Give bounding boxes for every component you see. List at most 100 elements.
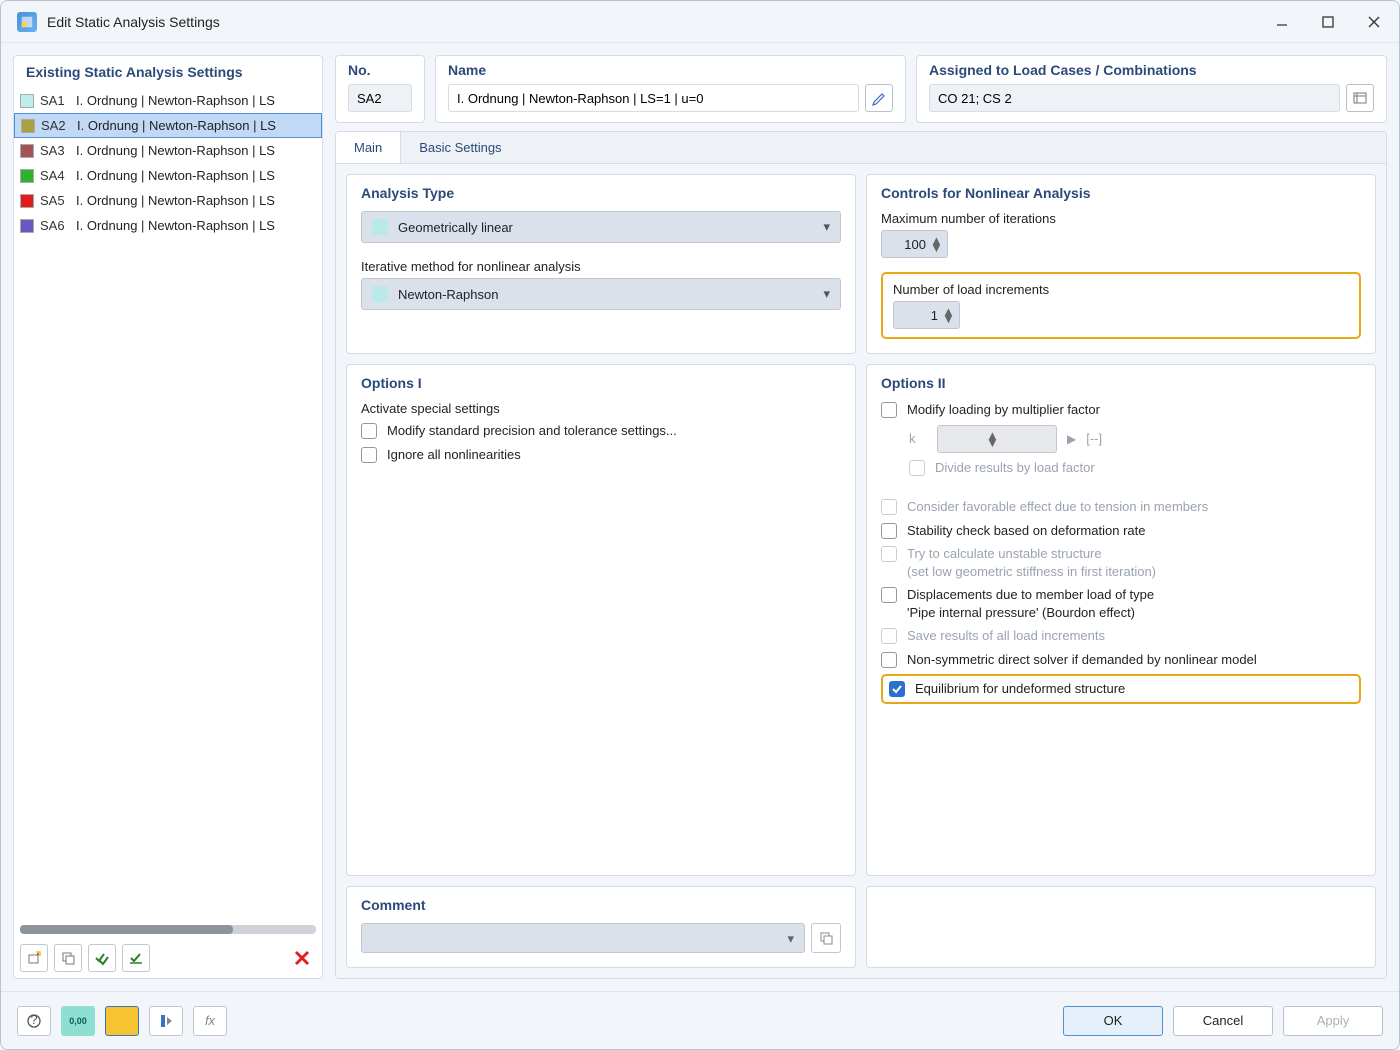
favorable-tension-checkbox: Consider favorable effect due to tension… <box>881 498 1361 516</box>
analysis-type-swatch <box>372 219 388 235</box>
color-swatch <box>20 169 34 183</box>
sidebar-header: Existing Static Analysis Settings <box>14 56 322 88</box>
settings-list-item[interactable]: SA1I. Ordnung | Newton-Raphson | LS <box>14 88 322 113</box>
name-input[interactable] <box>448 84 859 112</box>
item-label: I. Ordnung | Newton-Raphson | LS <box>76 193 316 208</box>
options1-panel: Options I Activate special settings Modi… <box>346 364 856 876</box>
load-increments-value: 1 <box>904 308 938 323</box>
color-swatch <box>20 194 34 208</box>
assigned-field-block: Assigned to Load Cases / Combinations <box>916 55 1387 123</box>
comment-title: Comment <box>361 897 841 913</box>
item-key: SA2 <box>41 118 71 133</box>
assigned-label: Assigned to Load Cases / Combinations <box>929 62 1374 78</box>
modify-precision-checkbox[interactable]: Modify standard precision and tolerance … <box>361 422 841 440</box>
controls-title: Controls for Nonlinear Analysis <box>881 185 1361 201</box>
item-key: SA4 <box>40 168 70 183</box>
titlebar: Edit Static Analysis Settings <box>1 1 1399 43</box>
color-swatch <box>20 94 34 108</box>
comment-copy-button[interactable] <box>811 923 841 953</box>
iterative-method-swatch <box>372 286 388 302</box>
settings-list-item[interactable]: SA2 I. Ordnung | Newton-Raphson | LS <box>14 113 322 138</box>
go-icon: ▶ <box>1067 432 1076 446</box>
new-button[interactable] <box>20 944 48 972</box>
settings-list-item[interactable]: SA6 I. Ordnung | Newton-Raphson | LS <box>14 213 322 238</box>
color-swatch <box>21 119 35 133</box>
window-title: Edit Static Analysis Settings <box>47 14 1273 30</box>
chevron-down-icon: ▾ <box>823 219 830 235</box>
comment-combobox[interactable]: ▾ <box>361 923 805 953</box>
blank-panel <box>866 886 1376 968</box>
assigned-browse-button[interactable] <box>1346 84 1374 112</box>
options2-title: Options II <box>881 375 1361 391</box>
copy-button[interactable] <box>54 944 82 972</box>
no-input[interactable] <box>348 84 412 112</box>
name-field-block: Name <box>435 55 906 123</box>
modify-loading-checkbox[interactable]: Modify loading by multiplier factor <box>881 401 1361 419</box>
tab-main[interactable]: Main <box>336 132 401 163</box>
assigned-input[interactable] <box>929 84 1340 112</box>
app-icon <box>17 12 37 32</box>
name-label: Name <box>448 62 893 78</box>
check-all-button[interactable] <box>88 944 116 972</box>
item-key: SA6 <box>40 218 70 233</box>
non-symmetric-checkbox[interactable]: Non-symmetric direct solver if demanded … <box>881 651 1361 669</box>
item-label: I. Ordnung | Newton-Raphson | LS <box>77 118 315 133</box>
formula-button[interactable]: fx <box>193 1006 227 1036</box>
svg-text:?: ? <box>30 1013 37 1027</box>
item-key: SA5 <box>40 193 70 208</box>
horizontal-scrollbar[interactable] <box>20 925 316 934</box>
color-button[interactable] <box>105 1006 139 1036</box>
apply-button[interactable]: Apply <box>1283 1006 1383 1036</box>
max-iterations-label: Maximum number of iterations <box>881 211 1361 226</box>
item-label: I. Ordnung | Newton-Raphson | LS <box>76 168 316 183</box>
dialog-window: Edit Static Analysis Settings Existing S… <box>0 0 1400 1050</box>
delete-button[interactable] <box>288 944 316 972</box>
item-key: SA3 <box>40 143 70 158</box>
item-label: I. Ordnung | Newton-Raphson | LS <box>76 143 316 158</box>
save-results-checkbox: Save results of all load increments <box>881 627 1361 645</box>
load-increments-label: Number of load increments <box>893 282 1349 297</box>
comment-panel: Comment ▾ <box>346 886 856 968</box>
settings-list: SA1I. Ordnung | Newton-Raphson | LSSA2I.… <box>14 88 322 922</box>
item-key: SA1 <box>40 93 70 108</box>
units-button[interactable]: 0,00 <box>61 1006 95 1036</box>
settings-list-item[interactable]: SA5 I. Ordnung | Newton-Raphson | LS <box>14 188 322 213</box>
cancel-button[interactable]: Cancel <box>1173 1006 1273 1036</box>
maximize-button[interactable] <box>1319 13 1337 31</box>
analysis-type-value: Geometrically linear <box>398 220 513 235</box>
max-iterations-spinbox[interactable]: 100 ▲▼ <box>881 230 948 258</box>
color-swatch <box>20 219 34 233</box>
sidebar: Existing Static Analysis Settings SA1I. … <box>13 55 323 979</box>
analysis-type-title: Analysis Type <box>361 185 841 201</box>
minimize-button[interactable] <box>1273 13 1291 31</box>
max-iterations-value: 100 <box>892 237 926 252</box>
settings-list-item[interactable]: SA4 I. Ordnung | Newton-Raphson | LS <box>14 163 322 188</box>
stability-check-checkbox[interactable]: Stability check based on deformation rat… <box>881 522 1361 540</box>
analysis-type-select[interactable]: Geometrically linear ▾ <box>361 211 841 243</box>
equilibrium-highlight: Equilibrium for undeformed structure <box>881 674 1361 704</box>
settings-list-item[interactable]: SA3 I. Ordnung | Newton-Raphson | LS <box>14 138 322 163</box>
ok-button[interactable]: OK <box>1063 1006 1163 1036</box>
layer-button[interactable] <box>149 1006 183 1036</box>
no-label: No. <box>348 62 412 78</box>
options2-panel: Options II Modify loading by multiplier … <box>866 364 1376 876</box>
color-swatch <box>20 144 34 158</box>
ignore-nonlinearities-checkbox[interactable]: Ignore all nonlinearities <box>361 446 841 464</box>
tabbar: Main Basic Settings <box>336 132 1386 164</box>
equilibrium-checkbox[interactable]: Equilibrium for undeformed structure <box>889 680 1125 698</box>
close-button[interactable] <box>1365 13 1383 31</box>
divide-results-checkbox: Divide results by load factor <box>909 459 1361 477</box>
iterative-method-select[interactable]: Newton-Raphson ▾ <box>361 278 841 310</box>
tab-basic-settings[interactable]: Basic Settings <box>401 132 519 163</box>
load-increments-spinbox[interactable]: 1 ▲▼ <box>893 301 960 329</box>
k-unit: [--] <box>1086 431 1102 446</box>
controls-panel: Controls for Nonlinear Analysis Maximum … <box>866 174 1376 354</box>
check-one-button[interactable] <box>122 944 150 972</box>
displacements-checkbox[interactable]: Displacements due to member load of type… <box>881 586 1361 621</box>
edit-name-button[interactable] <box>865 84 893 112</box>
help-button[interactable]: ? <box>17 1006 51 1036</box>
analysis-type-panel: Analysis Type Geometrically linear ▾ Ite… <box>346 174 856 354</box>
item-label: I. Ordnung | Newton-Raphson | LS <box>76 218 316 233</box>
footer: ? 0,00 fx OK Cancel Apply <box>1 991 1399 1049</box>
activate-special-label: Activate special settings <box>361 401 841 416</box>
